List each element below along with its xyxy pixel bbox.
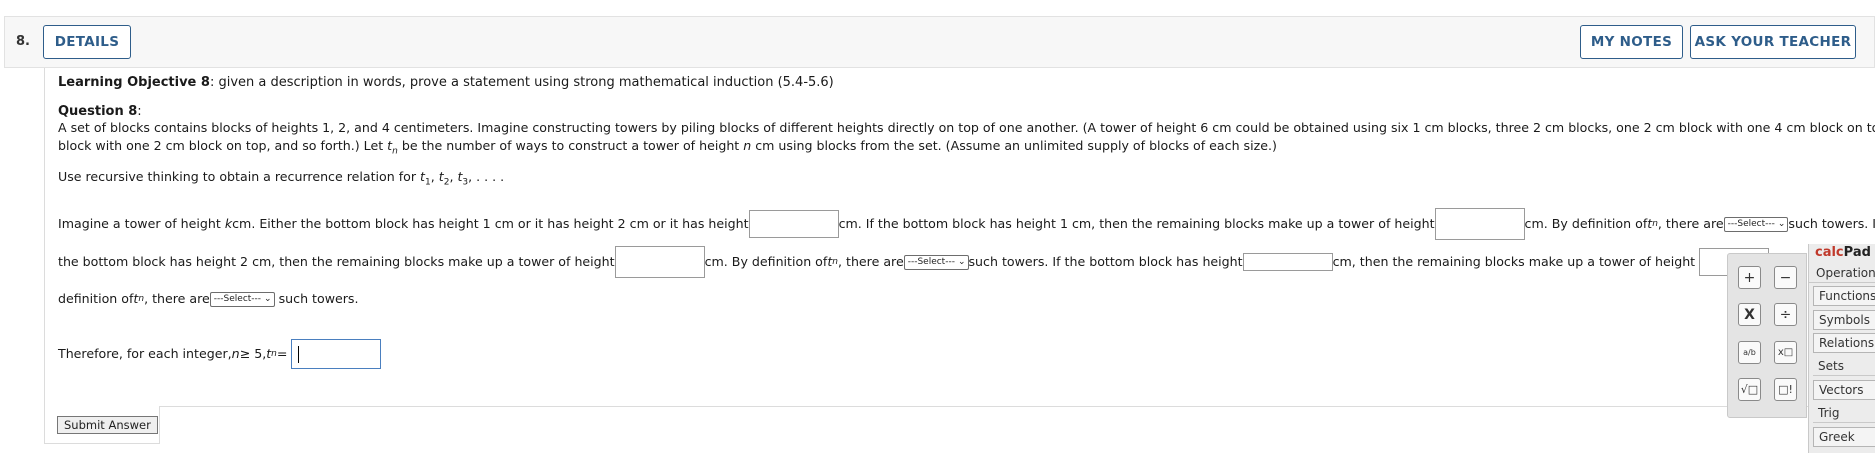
question-number: 8. <box>16 34 30 49</box>
calcpad-category-symbols[interactable]: Symbols <box>1813 310 1875 330</box>
fill-row-2: the bottom block has height 2 cm, then t… <box>58 246 1770 278</box>
ask-your-teacher-button[interactable]: ASK YOUR TEACHER <box>1690 25 1856 59</box>
calcpad-keys-panel: + − X ÷ a/b x□ √□ □! <box>1727 253 1807 418</box>
chevron-down-icon: ⌄ <box>264 294 272 304</box>
calcpad-category-functions[interactable]: Functions <box>1813 286 1875 306</box>
select-dropdown-2[interactable]: ---Select--- ⌄ <box>903 254 969 270</box>
fraction-key[interactable]: a/b <box>1738 341 1761 364</box>
fill-row-3: definition of tn, there are ---Select---… <box>58 291 359 307</box>
calcpad-category-greek[interactable]: Greek <box>1813 427 1875 447</box>
select-dropdown-1[interactable]: ---Select--- ⌄ <box>1723 216 1789 232</box>
question-text-line2: block with one 2 cm block on top, and so… <box>58 138 1277 157</box>
calcpad-category-trig[interactable]: Trig <box>1813 403 1875 423</box>
my-notes-button[interactable]: MY NOTES <box>1580 25 1683 59</box>
exponent-key[interactable]: x□ <box>1774 341 1797 364</box>
calcpad-title: calcPad <box>1815 245 1871 260</box>
text-caret <box>298 346 300 363</box>
select-dropdown-3[interactable]: ---Select--- ⌄ <box>209 291 275 307</box>
question-text-line1: A set of blocks contains blocks of heigh… <box>58 120 1875 135</box>
calcpad-category-relations[interactable]: Relations <box>1813 333 1875 353</box>
calcpad-category-operations[interactable]: Operations <box>1808 263 1875 283</box>
calcpad-category-vectors[interactable]: Vectors <box>1813 380 1875 400</box>
recurrence-instruction: Use recursive thinking to obtain a recur… <box>58 169 505 188</box>
details-button[interactable]: DETAILS <box>43 25 131 59</box>
answer-blank-3[interactable] <box>614 246 705 278</box>
multiply-key[interactable]: X <box>1738 303 1761 326</box>
minus-key[interactable]: − <box>1774 266 1797 289</box>
divide-key[interactable]: ÷ <box>1774 303 1797 326</box>
chevron-down-icon: ⌄ <box>1777 219 1786 229</box>
question-heading: Question 8: <box>58 104 142 119</box>
calcpad-category-sets[interactable]: Sets <box>1813 356 1875 376</box>
square-root-key[interactable]: √□ <box>1738 378 1761 401</box>
chevron-down-icon: ⌄ <box>957 257 966 267</box>
answer-blank-4[interactable] <box>1242 253 1333 271</box>
panel-divider <box>160 406 1875 407</box>
plus-key[interactable]: + <box>1738 266 1761 289</box>
final-answer-input[interactable] <box>291 339 382 369</box>
answer-blank-2[interactable] <box>1434 208 1525 240</box>
submit-answer-button[interactable]: Submit Answer <box>57 416 158 434</box>
final-formula-row: Therefore, for each integer, n ≥ 5, tn = <box>58 338 382 370</box>
fill-row-1: Imagine a tower of height k cm. Either t… <box>58 208 1875 240</box>
learning-objective: Learning Objective 8: given a descriptio… <box>58 75 834 90</box>
answer-blank-1[interactable] <box>748 210 839 238</box>
factorial-key[interactable]: □! <box>1774 378 1797 401</box>
